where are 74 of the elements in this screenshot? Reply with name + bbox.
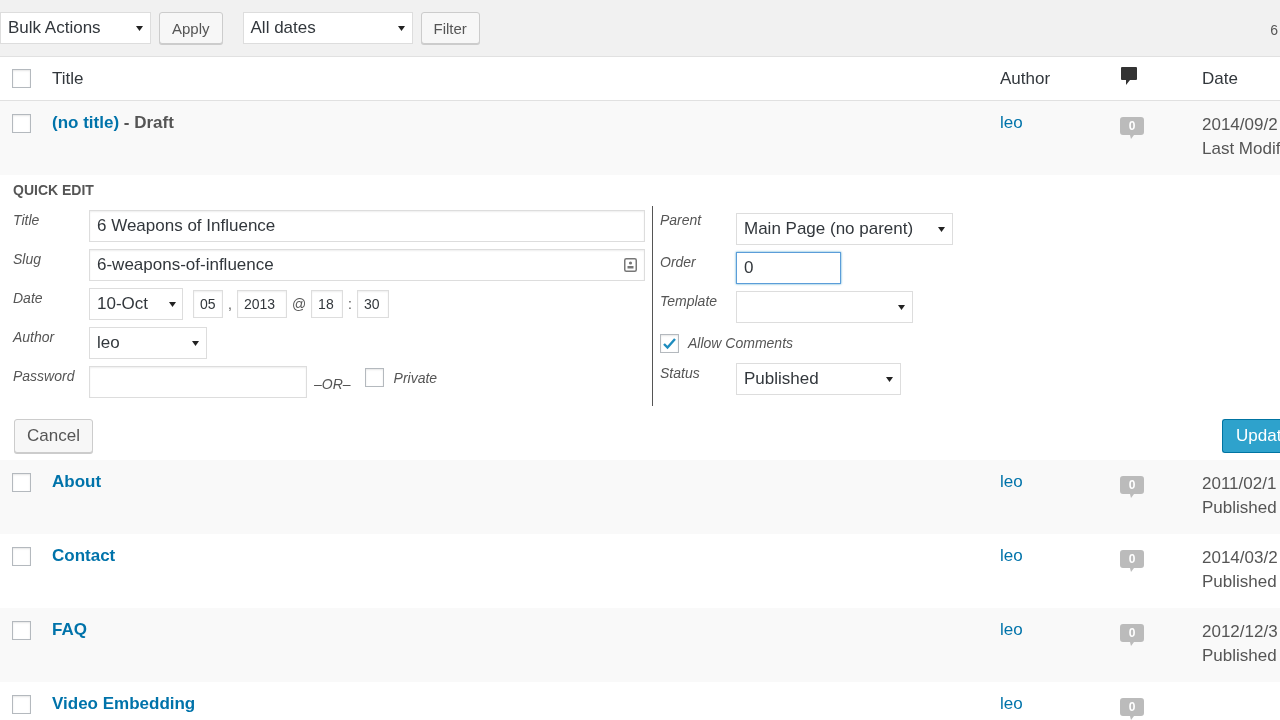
field-label: Template (660, 292, 719, 309)
author-link[interactable]: leo (1000, 472, 1023, 491)
author-link[interactable]: leo (1000, 694, 1023, 713)
row-checkbox[interactable] (12, 114, 31, 133)
title-field[interactable]: 6 Weapons of Influence (89, 210, 645, 242)
draft-state: - Draft (122, 113, 174, 132)
date-text: 2014/09/2 (1202, 114, 1279, 136)
caret-icon (886, 376, 893, 382)
column-header[interactable]: Title (52, 68, 1000, 89)
select-all-checkbox[interactable] (12, 69, 31, 88)
author-link[interactable]: leo (1000, 620, 1023, 639)
field-label: Date (13, 289, 44, 306)
author-select[interactable]: leo (89, 327, 207, 359)
bulk-actions-select[interactable]: Bulk Actions (0, 12, 151, 44)
contact-card-icon (624, 258, 637, 272)
private-label: Private (393, 370, 438, 386)
quick-edit-heading: QUICK EDIT (13, 182, 95, 200)
field-label: Order (660, 253, 697, 270)
field-label: Slug (13, 250, 43, 267)
caret-icon (898, 304, 905, 310)
dates-select[interactable]: All dates (242, 12, 413, 44)
caret-icon (169, 301, 176, 307)
template-select[interactable] (736, 291, 913, 323)
column-header[interactable]: Author (1000, 68, 1120, 89)
year-field[interactable]: 2013 (236, 290, 287, 318)
parent-select[interactable]: Main Page (no parent) (736, 213, 953, 245)
or-text: –OR– (314, 376, 351, 392)
field-label: Password (13, 367, 76, 384)
row-checkbox[interactable] (12, 621, 31, 640)
slug-field[interactable]: 6-weapons-of-influence (89, 249, 645, 281)
status-text: Published (1202, 571, 1278, 593)
separator: : (347, 296, 353, 312)
status-text: Last Modif (1202, 138, 1280, 160)
field-label: Author (13, 328, 56, 345)
page-title-link[interactable]: Contact (52, 546, 116, 565)
field-label: Status (660, 364, 701, 381)
page-title-link[interactable]: (no title) (52, 113, 120, 132)
page-title-link[interactable]: Video Embedding (52, 694, 196, 713)
date-text: 2012/12/3 (1202, 621, 1279, 643)
item-count: 6 (1270, 22, 1278, 38)
status-text: Published (1202, 497, 1278, 519)
allow-comments-label: Allow Comments (688, 335, 794, 351)
status-text: Published (1202, 645, 1278, 667)
day-field[interactable]: 05 (193, 290, 223, 318)
caret-icon (397, 25, 405, 31)
filter-button[interactable]: Filter (420, 12, 480, 44)
row-checkbox[interactable] (12, 473, 31, 492)
comment-icon (1120, 66, 1138, 86)
separator: @ (290, 296, 308, 312)
date-text: 2011/02/1 (1202, 473, 1278, 495)
order-field[interactable]: 0 (736, 252, 841, 284)
date-text: 2014/03/2 (1202, 547, 1279, 569)
field-label: Parent (660, 211, 703, 228)
author-link[interactable]: leo (1000, 113, 1023, 132)
private-checkbox[interactable] (364, 368, 384, 387)
author-link[interactable]: leo (1000, 546, 1023, 565)
hour-field[interactable]: 18 (311, 290, 344, 318)
password-field[interactable] (89, 366, 307, 398)
column-header[interactable]: Date (1202, 68, 1280, 89)
page-title-link[interactable]: About (52, 472, 102, 491)
caret-icon (192, 340, 199, 346)
status-select[interactable]: Published (736, 363, 901, 395)
row-checkbox[interactable] (12, 547, 31, 566)
minute-field[interactable]: 30 (357, 290, 389, 318)
row-checkbox[interactable] (12, 695, 31, 714)
page-title-link[interactable]: FAQ (52, 620, 87, 639)
allow-comments-checkbox[interactable] (660, 333, 679, 353)
apply-button[interactable]: Apply (159, 12, 223, 44)
month-select[interactable]: 10-Oct (89, 288, 183, 320)
separator: , (227, 296, 233, 312)
field-label: Title (13, 211, 41, 228)
cancel-button[interactable]: Cancel (14, 419, 93, 453)
caret-icon (938, 226, 945, 232)
caret-icon (136, 25, 143, 31)
